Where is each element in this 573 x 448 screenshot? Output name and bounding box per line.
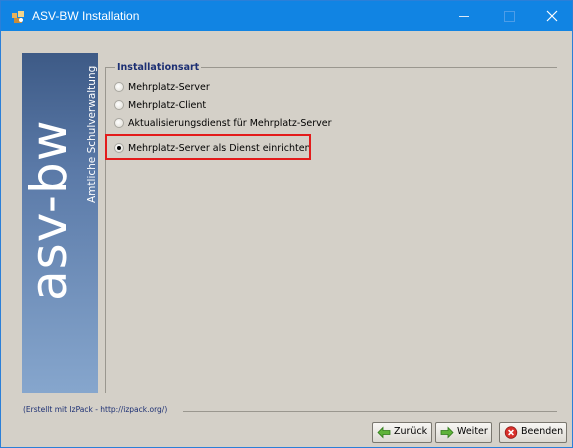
radio-label: Aktualisierungsdienst für Mehrplatz-Serv… bbox=[128, 118, 332, 129]
radio-label: Mehrplatz-Client bbox=[128, 100, 207, 111]
maximize-icon bbox=[504, 11, 515, 22]
group-border bbox=[105, 67, 106, 393]
back-button[interactable]: Zurück bbox=[372, 422, 432, 443]
footer-divider bbox=[183, 411, 557, 412]
close-icon bbox=[546, 10, 558, 22]
quit-button[interactable]: Beenden bbox=[499, 422, 567, 443]
group-legend: Installationsart bbox=[117, 62, 202, 73]
close-button[interactable] bbox=[529, 1, 573, 31]
selection-highlight-box bbox=[105, 134, 311, 160]
arrow-right-icon bbox=[440, 426, 454, 439]
minimize-icon bbox=[459, 16, 469, 17]
brand-logo-text: asv-bw bbox=[22, 119, 78, 301]
next-label: Weiter bbox=[457, 426, 488, 437]
stop-icon bbox=[504, 426, 518, 439]
arrow-left-icon bbox=[377, 426, 391, 439]
radio-button[interactable] bbox=[114, 100, 124, 110]
window-title: ASV-BW Installation bbox=[32, 9, 140, 23]
brand-side-panel: asv-bw Amtliche Schulverwaltung bbox=[22, 53, 98, 393]
minimize-button[interactable] bbox=[441, 1, 487, 31]
group-border bbox=[175, 67, 557, 68]
brand-tagline: Amtliche Schulverwaltung bbox=[86, 65, 98, 203]
maximize-button[interactable] bbox=[486, 1, 532, 31]
group-border bbox=[105, 67, 115, 68]
installer-window: ASV-BW Installation asv-bw Amtliche Schu… bbox=[0, 0, 573, 448]
quit-label: Beenden bbox=[521, 426, 564, 437]
radio-button[interactable] bbox=[114, 82, 124, 92]
title-bar[interactable]: ASV-BW Installation bbox=[1, 1, 572, 31]
izpack-credit: (Erstellt mit IzPack - http://izpack.org… bbox=[23, 405, 168, 414]
radio-label: Mehrplatz-Server bbox=[128, 82, 210, 93]
app-icon bbox=[12, 11, 24, 23]
next-button[interactable]: Weiter bbox=[435, 422, 492, 443]
radio-button[interactable] bbox=[114, 118, 124, 128]
back-label: Zurück bbox=[394, 426, 428, 437]
